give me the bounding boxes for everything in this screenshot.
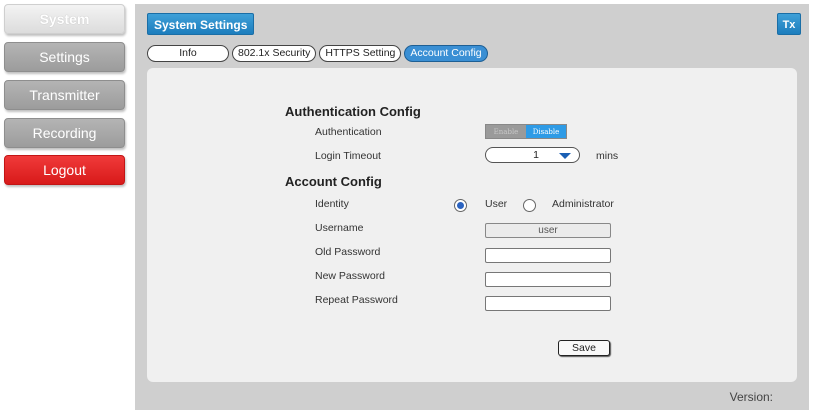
save-button[interactable]: Save (558, 340, 610, 356)
authentication-toggle[interactable]: Enable Disable (485, 124, 567, 139)
nav-transmitter-button[interactable]: Transmitter (4, 80, 125, 110)
content-panel: Authentication Config Authentication Ena… (147, 68, 797, 382)
login-timeout-value: 1 (533, 149, 539, 161)
repeat-password-label: Repeat Password (315, 294, 398, 306)
logout-button[interactable]: Logout (4, 155, 125, 185)
username-field: user (485, 223, 611, 238)
tab-8021x-security[interactable]: 802.1x Security (232, 45, 317, 62)
disable-option[interactable]: Disable (526, 125, 566, 138)
identity-admin-radio[interactable] (523, 199, 536, 212)
enable-option[interactable]: Enable (486, 125, 526, 138)
identity-admin-label: Administrator (552, 198, 614, 210)
auth-config-heading: Authentication Config (285, 104, 421, 119)
new-password-label: New Password (315, 270, 386, 282)
login-timeout-select[interactable]: 1 (485, 147, 580, 163)
tab-info[interactable]: Info (147, 45, 229, 62)
repeat-password-field[interactable] (485, 296, 611, 311)
old-password-label: Old Password (315, 246, 381, 258)
nav-recording-button[interactable]: Recording (4, 118, 125, 148)
page-title-button[interactable]: System Settings (147, 13, 255, 35)
tab-https-setting[interactable]: HTTPS Setting (319, 45, 402, 62)
identity-user-radio[interactable] (454, 199, 467, 212)
username-label: Username (315, 222, 364, 234)
nav-settings-button[interactable]: Settings (4, 42, 125, 72)
device-tx-button[interactable]: Tx (777, 13, 801, 35)
new-password-field[interactable] (485, 272, 611, 287)
main-frame: System Settings Tx Info 802.1x Security … (135, 4, 809, 410)
version-label: Version: (729, 390, 773, 404)
login-timeout-label: Login Timeout (315, 150, 381, 162)
authentication-label: Authentication (315, 126, 382, 138)
tab-account-config[interactable]: Account Config (404, 45, 488, 62)
tab-bar: Info 802.1x Security HTTPS Setting Accou… (147, 45, 488, 62)
account-config-heading: Account Config (285, 174, 382, 189)
old-password-field[interactable] (485, 248, 611, 263)
chevron-down-icon (559, 153, 571, 159)
timeout-unit-label: mins (596, 150, 619, 162)
identity-label: Identity (315, 198, 349, 210)
identity-user-label: User (485, 198, 508, 210)
nav-system-button[interactable]: System (4, 4, 125, 34)
